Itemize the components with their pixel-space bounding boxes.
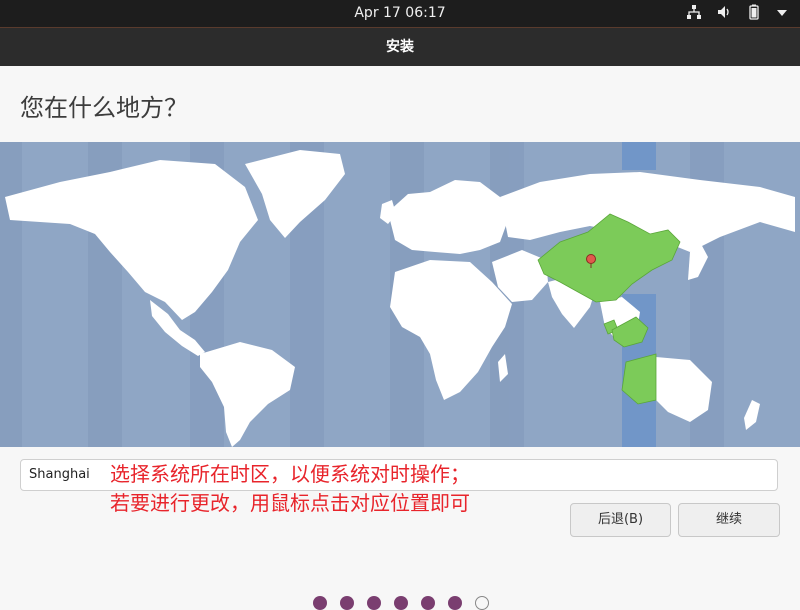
page-title: 您在什么地方？ — [20, 94, 188, 122]
annotation-line-2: 若要进行更改，用鼠标点击对应位置即可 — [110, 491, 470, 515]
timezone-map[interactable] — [0, 142, 800, 447]
progress-dot — [421, 596, 435, 610]
world-map[interactable] — [0, 142, 800, 447]
progress-dot-current — [475, 596, 489, 610]
progress-dot — [448, 596, 462, 610]
window-titlebar[interactable]: 安装 — [0, 27, 800, 66]
clock[interactable]: Apr 17 06:17 — [0, 0, 800, 27]
system-menu-arrow-icon[interactable] — [776, 4, 788, 23]
progress-dot — [394, 596, 408, 610]
annotation-line-1: 选择系统所在时区，以便系统对时操作； — [110, 462, 470, 486]
network-icon[interactable] — [686, 4, 702, 24]
annotation-text: 选择系统所在时区，以便系统对时操作； 若要进行更改，用鼠标点击对应位置即可 — [110, 460, 470, 518]
continue-button[interactable]: 继续 — [678, 503, 780, 537]
battery-icon[interactable] — [746, 4, 762, 24]
progress-dot — [340, 596, 354, 610]
progress-dot — [313, 596, 327, 610]
back-button[interactable]: 后退(B) — [570, 503, 671, 537]
top-bar: Apr 17 06:17 — [0, 0, 800, 27]
progress-dots — [313, 596, 489, 610]
volume-icon[interactable] — [716, 4, 732, 24]
progress-dot — [367, 596, 381, 610]
window-title: 安装 — [386, 39, 414, 55]
system-tray[interactable] — [686, 4, 788, 23]
